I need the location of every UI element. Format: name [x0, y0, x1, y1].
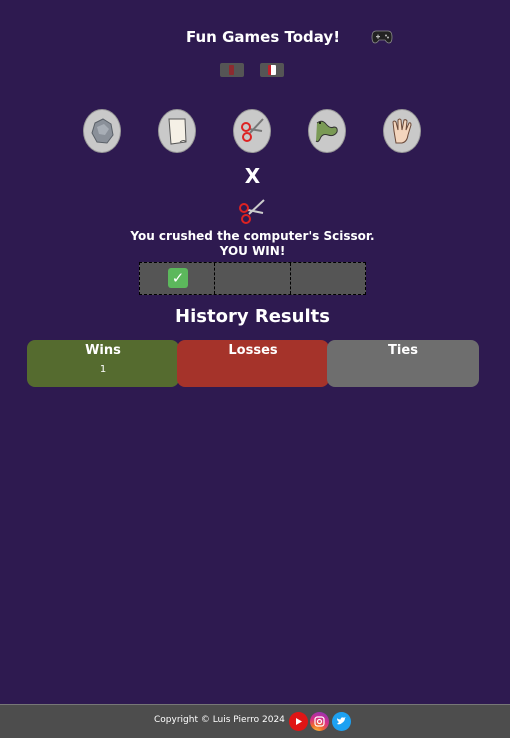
twitter-link[interactable] [332, 712, 351, 731]
youtube-link[interactable] [289, 712, 308, 731]
round-box-1: ✓ [140, 263, 216, 294]
losses-card: Losses [177, 340, 329, 387]
round-box-3 [291, 263, 365, 294]
check-icon: ✓ [168, 268, 188, 288]
choice-rock-button[interactable] [83, 109, 121, 153]
lizard-icon [315, 120, 338, 143]
copyright-text: Copyright © Luis Pierro 2024 [154, 715, 285, 725]
wins-value: 1 [99, 364, 107, 375]
wins-card: Wins 1 [27, 340, 179, 387]
gamepad-icon [371, 30, 393, 44]
versus-label: X [244, 164, 261, 188]
page-title: Fun Games Today! [186, 28, 341, 46]
history-results: Wins 1 Losses Ties [27, 340, 479, 387]
computer-choice-scissors-icon [239, 199, 265, 224]
losses-label: Losses [228, 343, 278, 358]
choice-lizard-button[interactable] [308, 109, 346, 153]
youtube-icon [296, 718, 302, 725]
result-line-2: YOU WIN! [219, 244, 286, 258]
choice-paper-button[interactable] [158, 109, 196, 153]
stop-icon [229, 65, 234, 75]
header: Fun Games Today! [0, 28, 510, 52]
footer: Copyright © Luis Pierro 2024 [0, 704, 510, 738]
ties-card: Ties [327, 340, 479, 387]
scissors-icon [241, 118, 264, 142]
history-title: History Results [175, 306, 330, 327]
round-box-2 [215, 263, 291, 294]
instagram-link[interactable] [310, 712, 329, 731]
paper-icon [168, 118, 187, 145]
wins-label: Wins [85, 343, 121, 358]
ties-label: Ties [388, 343, 418, 358]
result-line-1: You crushed the computer's Scissor. [130, 229, 375, 243]
instagram-icon [314, 716, 325, 727]
spock-hand-icon [392, 118, 412, 144]
rock-icon [91, 118, 114, 144]
round-tracker: ✓ [139, 262, 366, 295]
flag-button[interactable] [260, 63, 284, 77]
choice-spock-button[interactable] [383, 109, 421, 153]
choice-scissor-button[interactable] [233, 109, 271, 153]
flag-icon [268, 65, 276, 75]
stop-button[interactable] [220, 63, 244, 77]
result-message: You crushed the computer's Scissor. YOU … [0, 229, 505, 259]
twitter-icon [337, 717, 346, 725]
